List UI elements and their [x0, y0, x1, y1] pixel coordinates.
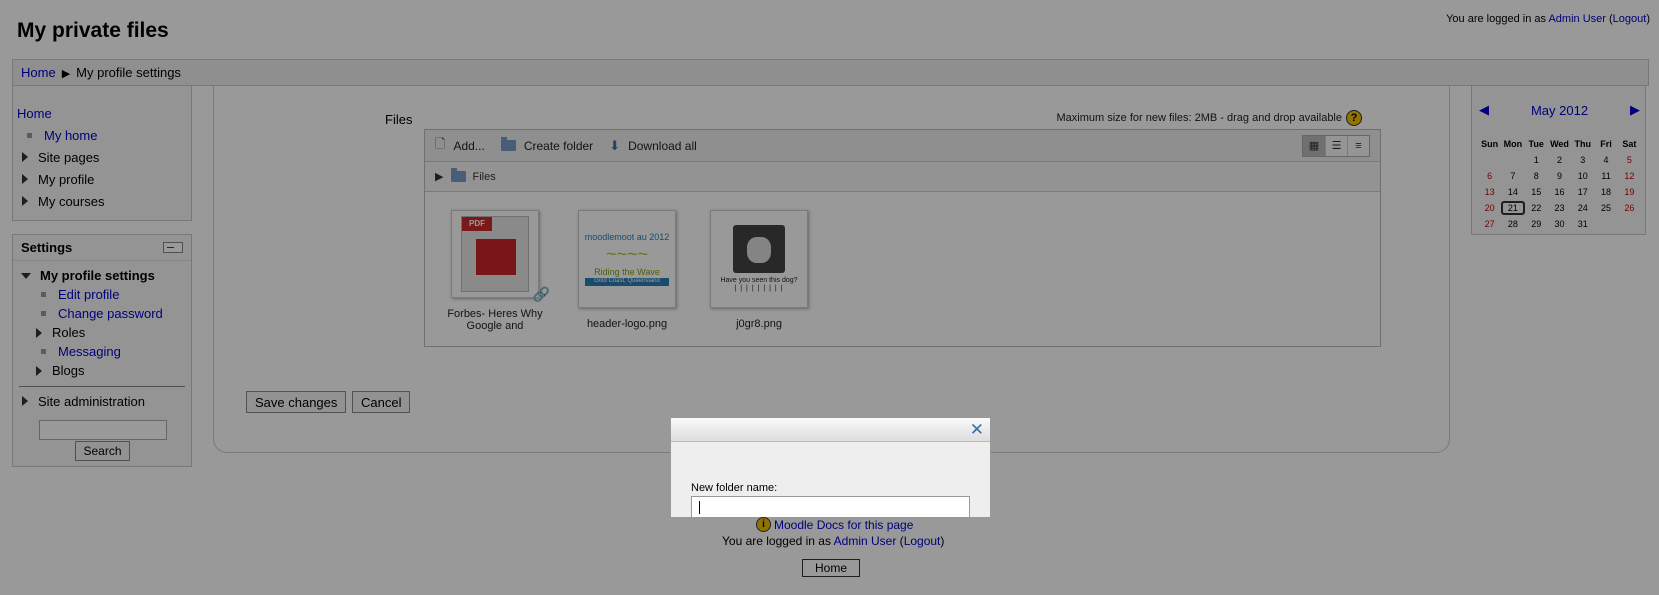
close-icon[interactable]: ✕: [970, 420, 984, 440]
new-folder-label: New folder name:: [691, 482, 778, 494]
dialog-header: ✕: [671, 418, 990, 442]
new-folder-name-input[interactable]: [691, 496, 970, 517]
new-folder-dialog: ✕ New folder name:: [670, 417, 991, 517]
text-caret: [699, 501, 700, 514]
